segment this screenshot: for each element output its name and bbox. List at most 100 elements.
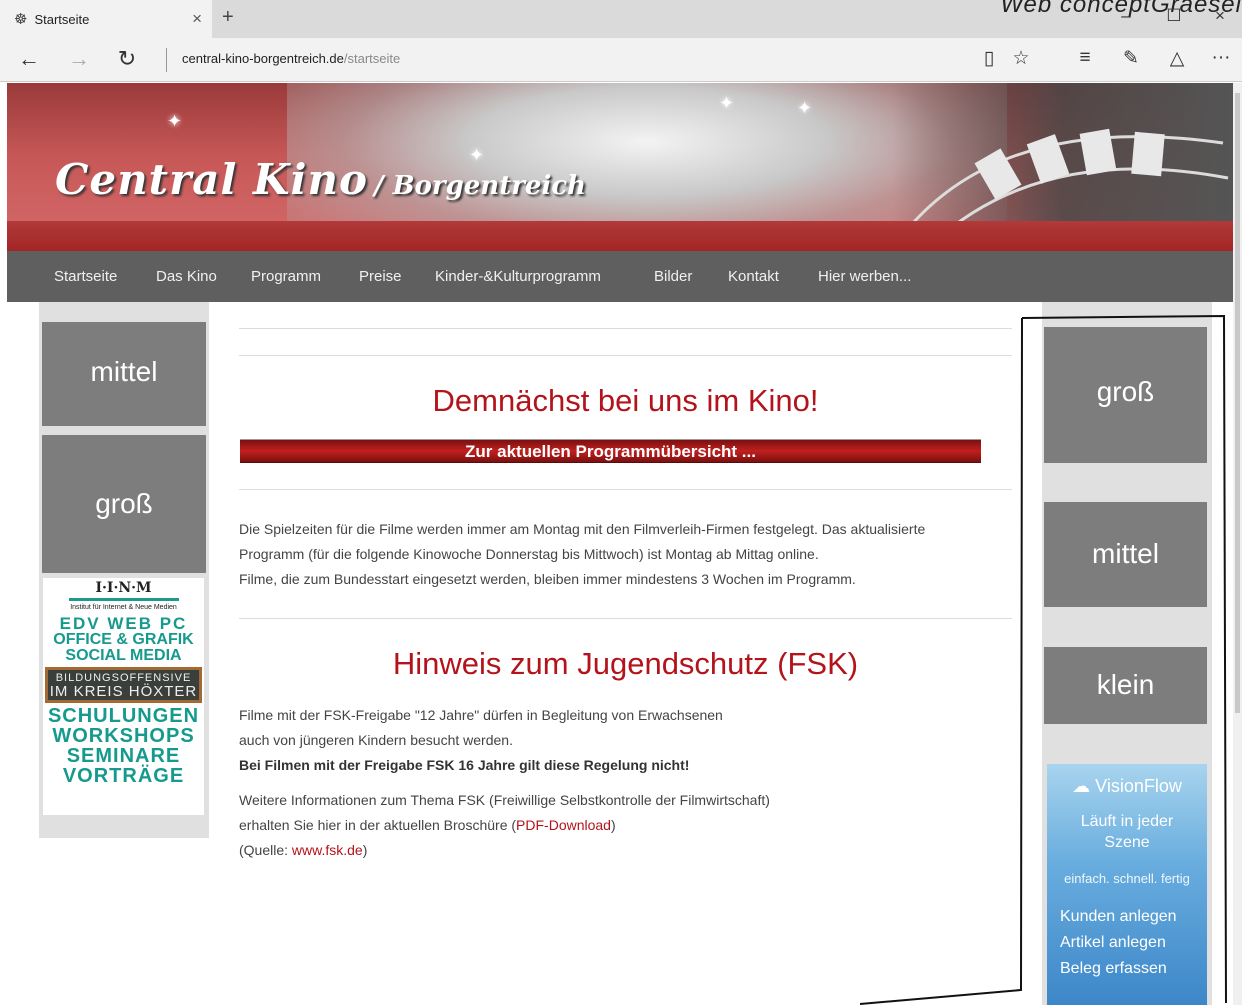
inm-subtitle: Institut für Internet & Neue Medien xyxy=(70,604,177,611)
schedule-line: Filme, die zum Bundesstart eingesetzt we… xyxy=(239,571,856,587)
logo-sub: / Borgentreich xyxy=(374,171,587,201)
info-text: erhalten Sie hier in der aktuellen Brosc… xyxy=(239,817,517,833)
fsk-line: auch von jüngeren Kindern besucht werden… xyxy=(239,732,513,748)
address-input[interactable]: central-kino-borgentreich.de/startseite xyxy=(182,51,400,66)
divider xyxy=(239,618,1012,619)
menu-item-programm[interactable]: Programm xyxy=(251,268,321,285)
heading-fsk: Hinweis zum Jugendschutz (FSK) xyxy=(392,646,859,681)
reading-view-icon[interactable]: ▯ xyxy=(974,47,1004,70)
info-line: Weitere Informationen zum Thema FSK (Fre… xyxy=(239,792,770,808)
info-text: ) xyxy=(610,817,616,833)
ad-slot-klein-right[interactable]: klein xyxy=(1044,647,1207,724)
schedule-line: Die Spielzeiten für die Filme werden imm… xyxy=(239,521,926,537)
program-overview-link[interactable]: Zur aktuellen Programmübersicht ... xyxy=(240,439,981,463)
page-viewport: ✦ ✦ ✦ ✦ Central Kino / Borgentreich Start… xyxy=(0,83,1233,1005)
visionflow-tagline: einfach. schnell. fertig xyxy=(1064,871,1190,886)
inm-line: WORKSHOPS xyxy=(52,725,195,747)
back-icon[interactable]: ← xyxy=(14,46,44,72)
address-divider xyxy=(166,48,167,72)
maximize-button[interactable]: ☐ xyxy=(1154,6,1194,26)
divider xyxy=(239,328,1012,329)
fsk-website-link[interactable]: www.fsk.de xyxy=(292,842,363,858)
address-bar-row: ← → ↻ central-kino-borgentreich.de/start… xyxy=(0,38,1242,82)
site-logo[interactable]: Central Kino / Borgentreich xyxy=(55,155,586,204)
forward-icon[interactable]: → xyxy=(64,46,94,72)
menu-item-kontakt[interactable]: Kontakt xyxy=(728,268,779,285)
ad-slot-gross-left[interactable]: groß xyxy=(42,435,206,573)
share-icon[interactable]: △ xyxy=(1162,47,1192,70)
divider xyxy=(239,355,1012,356)
ad-slot-mittel-left[interactable]: mittel xyxy=(42,322,206,426)
header-banner: ✦ ✦ ✦ ✦ Central Kino / Borgentreich xyxy=(7,83,1233,251)
fsk-info-text: Weitere Informationen zum Thema FSK (Fre… xyxy=(239,788,1012,863)
schedule-text: Die Spielzeiten für die Filme werden imm… xyxy=(239,517,1012,592)
inm-line: EDV WEB PC xyxy=(59,614,188,633)
inm-logo: I·I·N·M xyxy=(95,580,152,596)
address-path: /startseite xyxy=(343,51,401,66)
cloud-icon: ☁ xyxy=(1072,776,1091,796)
visionflow-feature: Kunden anlegen xyxy=(1060,908,1177,925)
sparkle-icon: ✦ xyxy=(167,111,183,131)
info-line-pdf: erhalten Sie hier in der aktuellen Brosc… xyxy=(239,813,1012,838)
visionflow-feature: Artikel anlegen xyxy=(1060,934,1166,951)
inm-logo-bar xyxy=(68,598,179,601)
film-frame xyxy=(1079,128,1117,176)
visionflow-brand: ☁ VisionFlow xyxy=(1047,776,1207,797)
web-note-icon[interactable]: ✎ xyxy=(1116,47,1146,70)
tab-startseite[interactable]: ☸ Startseite × xyxy=(0,0,212,38)
menu-item-kinderprogramm[interactable]: Kinder-&Kulturprogramm xyxy=(435,268,601,285)
main-menu: Startseite Das Kino Programm Preise Kind… xyxy=(7,251,1233,302)
inm-line: VORTRÄGE xyxy=(62,765,185,787)
banner-bottom-band xyxy=(7,221,1233,251)
menu-item-startseite[interactable]: Startseite xyxy=(54,268,117,285)
favorite-star-icon[interactable]: ☆ xyxy=(1006,47,1036,70)
heading-coming-soon: Demnächst bei uns im Kino! xyxy=(432,383,819,418)
visionflow-claim-line: Szene xyxy=(1104,834,1150,851)
sparkle-icon: ✦ xyxy=(719,93,735,113)
film-camera-icon: ☸ xyxy=(14,11,28,28)
fsk-warning: Bei Filmen mit der Freigabe FSK 16 Jahre… xyxy=(239,757,690,773)
inm-ad-banner[interactable]: I·I·N·M Institut für Internet & Neue Med… xyxy=(43,578,204,815)
new-tab-button[interactable]: + xyxy=(222,6,234,29)
visionflow-claim: Läuft in jeder Szene xyxy=(1047,811,1207,853)
menu-item-preise[interactable]: Preise xyxy=(359,268,402,285)
sparkle-icon: ✦ xyxy=(797,98,813,118)
visionflow-feature: Beleg erfassen xyxy=(1060,960,1167,977)
visionflow-brand-name: VisionFlow xyxy=(1095,776,1182,796)
visionflow-feature-list: Kunden anlegen Artikel anlegen Beleg erf… xyxy=(1047,904,1207,982)
menu-item-das-kino[interactable]: Das Kino xyxy=(156,268,217,285)
tab-bar: ☸ Startseite × + Web conceptGraesel – ☐ … xyxy=(0,0,1242,38)
inm-line: OFFICE & GRAFIK xyxy=(53,631,194,648)
source-text: ) xyxy=(362,842,368,858)
schedule-line: Programm (für die folgende Kinowoche Don… xyxy=(239,546,819,562)
inm-line: SEMINARE xyxy=(66,745,181,767)
scrollbar-thumb[interactable] xyxy=(1235,93,1240,713)
logo-main: Central Kino xyxy=(55,155,369,204)
source-line: (Quelle: www.fsk.de) xyxy=(239,838,1012,863)
close-window-button[interactable]: × xyxy=(1200,6,1240,26)
more-options-icon[interactable]: ··· xyxy=(1206,47,1236,69)
inm-line: SCHULUNGEN xyxy=(47,705,200,727)
refresh-icon[interactable]: ↻ xyxy=(112,46,142,72)
visionflow-claim-line: Läuft in jeder xyxy=(1080,813,1174,830)
inm-chalkboard: BILDUNGSOFFENSIVE IM KREIS HÖXTER xyxy=(45,667,202,703)
address-domain: central-kino-borgentreich.de xyxy=(182,51,344,66)
close-tab-icon[interactable]: × xyxy=(192,9,202,29)
menu-item-hier-werben[interactable]: Hier werben... xyxy=(818,268,911,285)
film-frame xyxy=(1131,131,1165,177)
inm-board-line: IM KREIS HÖXTER xyxy=(49,683,198,700)
minimize-button[interactable]: – xyxy=(1106,6,1146,26)
hub-icon[interactable]: ≡ xyxy=(1070,47,1100,69)
fsk-line: Filme mit der FSK-Freigabe "12 Jahre" dü… xyxy=(239,707,723,723)
ad-slot-mittel-right[interactable]: mittel xyxy=(1044,502,1207,607)
page-scrollbar[interactable] xyxy=(1233,83,1242,1005)
menu-item-bilder[interactable]: Bilder xyxy=(654,268,692,285)
pdf-download-link[interactable]: PDF-Download xyxy=(516,817,611,833)
tab-title: Startseite xyxy=(34,11,90,27)
divider xyxy=(239,489,1012,490)
fsk-text: Filme mit der FSK-Freigabe "12 Jahre" dü… xyxy=(239,703,1012,778)
visionflow-ad[interactable]: ☁ VisionFlow Läuft in jeder Szene einfac… xyxy=(1047,764,1207,1005)
inm-line: SOCIAL MEDIA xyxy=(65,647,182,664)
ad-slot-gross-right[interactable]: groß xyxy=(1044,327,1207,463)
filmstrip-curve xyxy=(911,135,1224,225)
